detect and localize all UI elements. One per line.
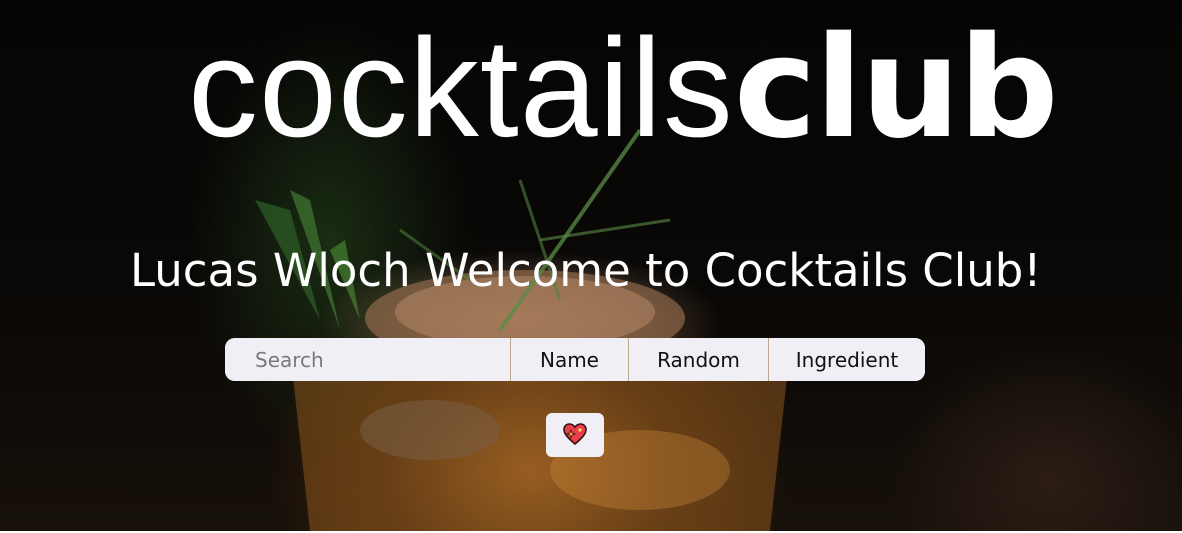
random-cocktail-button[interactable]: Random xyxy=(628,338,768,381)
site-logo[interactable]: cocktailsclub xyxy=(188,18,1059,159)
favorites-button[interactable] xyxy=(546,413,604,457)
search-by-ingredient-button[interactable]: Ingredient xyxy=(768,338,925,381)
search-by-name-button[interactable]: Name xyxy=(510,338,628,381)
search-input[interactable] xyxy=(225,338,510,381)
search-bar: Name Random Ingredient xyxy=(225,338,925,381)
sparkling-heart-icon xyxy=(562,422,588,449)
welcome-heading: Lucas Wloch Welcome to Cocktails Club! xyxy=(130,244,1042,297)
logo-light-text: cocktails xyxy=(188,9,734,166)
hero-section: cocktailsclub Lucas Wloch Welcome to Coc… xyxy=(0,0,1182,531)
logo-bold-text: club xyxy=(733,7,1059,170)
